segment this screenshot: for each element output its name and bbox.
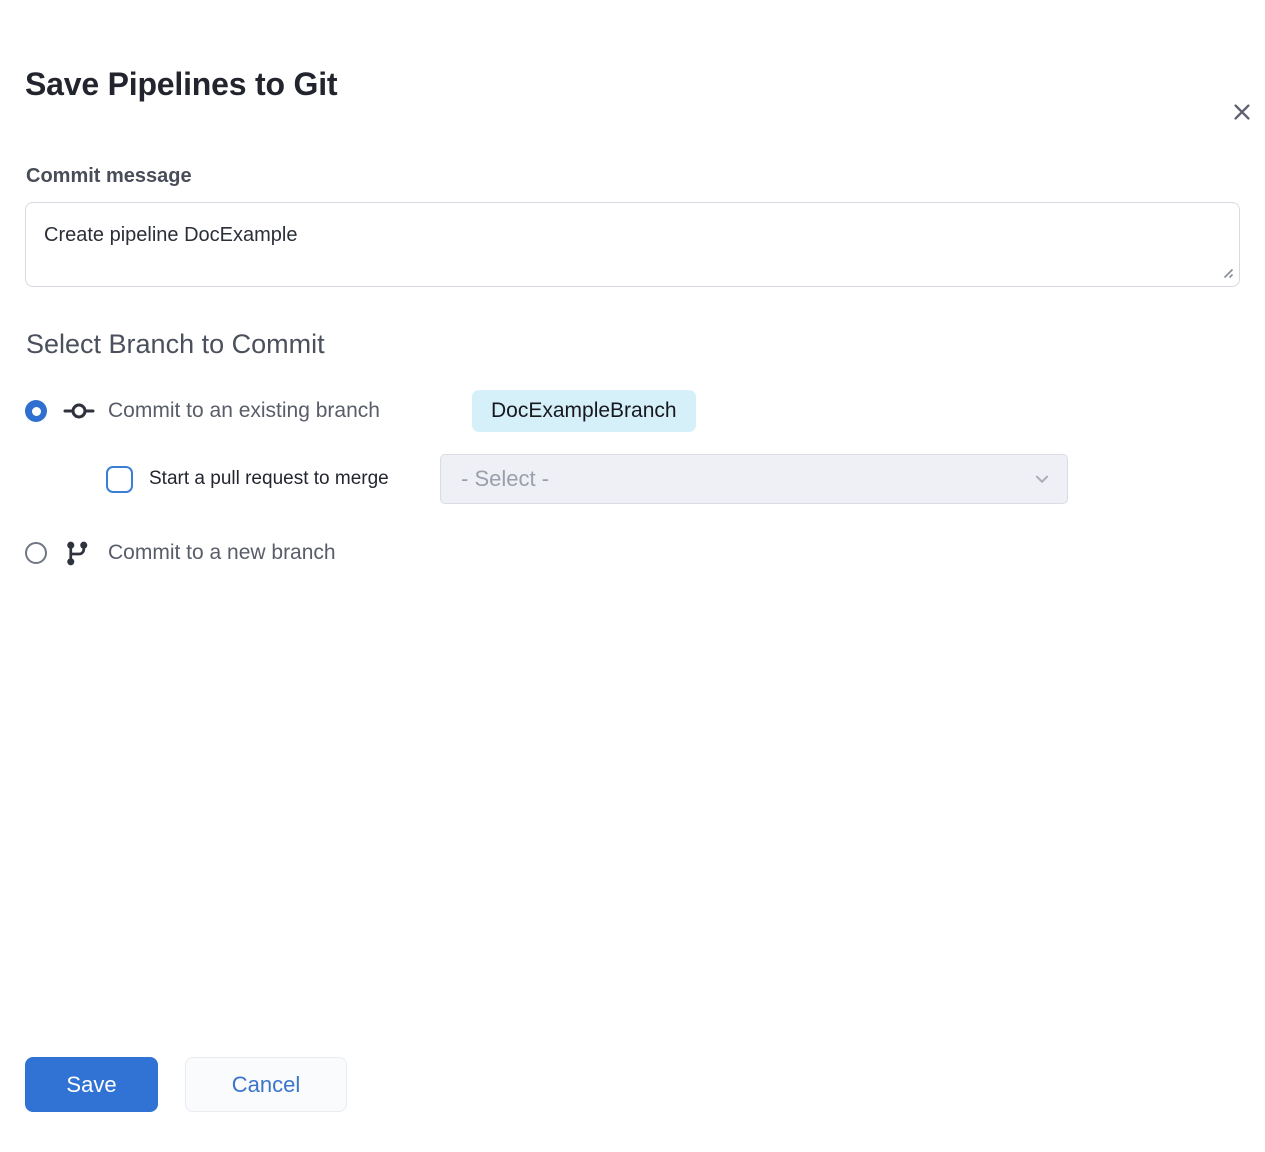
pull-request-label: Start a pull request to merge bbox=[149, 468, 440, 490]
resize-handle-icon[interactable] bbox=[1220, 265, 1234, 279]
new-branch-option-row: Commit to a new branch bbox=[25, 539, 1265, 567]
chevron-down-icon bbox=[1031, 468, 1053, 490]
select-branch-heading: Select Branch to Commit bbox=[26, 327, 1265, 361]
dialog-footer: Save Cancel bbox=[25, 1057, 1265, 1112]
close-icon[interactable] bbox=[1230, 100, 1254, 124]
merge-target-select-value: - Select - bbox=[461, 466, 1031, 492]
save-button[interactable]: Save bbox=[25, 1057, 158, 1112]
existing-branch-radio[interactable] bbox=[25, 400, 47, 422]
commit-message-field-wrap: Create pipeline DocExample bbox=[25, 202, 1240, 287]
git-branch-icon bbox=[64, 540, 90, 567]
existing-branch-option-row: Commit to an existing branch DocExampleB… bbox=[25, 390, 1265, 432]
page-title: Save Pipelines to Git bbox=[25, 64, 1265, 104]
save-pipelines-dialog: Save Pipelines to Git Commit message Cre… bbox=[0, 64, 1265, 1112]
existing-branch-label: Commit to an existing branch bbox=[108, 399, 472, 423]
pull-request-checkbox[interactable] bbox=[106, 466, 133, 493]
cancel-button[interactable]: Cancel bbox=[185, 1057, 347, 1112]
commit-message-input[interactable]: Create pipeline DocExample bbox=[25, 202, 1240, 287]
new-branch-radio[interactable] bbox=[25, 542, 47, 564]
merge-target-select[interactable]: - Select - bbox=[440, 454, 1068, 504]
git-commit-icon bbox=[63, 400, 95, 422]
commit-message-label: Commit message bbox=[26, 164, 1265, 188]
new-branch-label: Commit to a new branch bbox=[108, 541, 336, 565]
pull-request-row: Start a pull request to merge - Select - bbox=[106, 454, 1265, 504]
branch-name-badge: DocExampleBranch bbox=[472, 390, 696, 432]
